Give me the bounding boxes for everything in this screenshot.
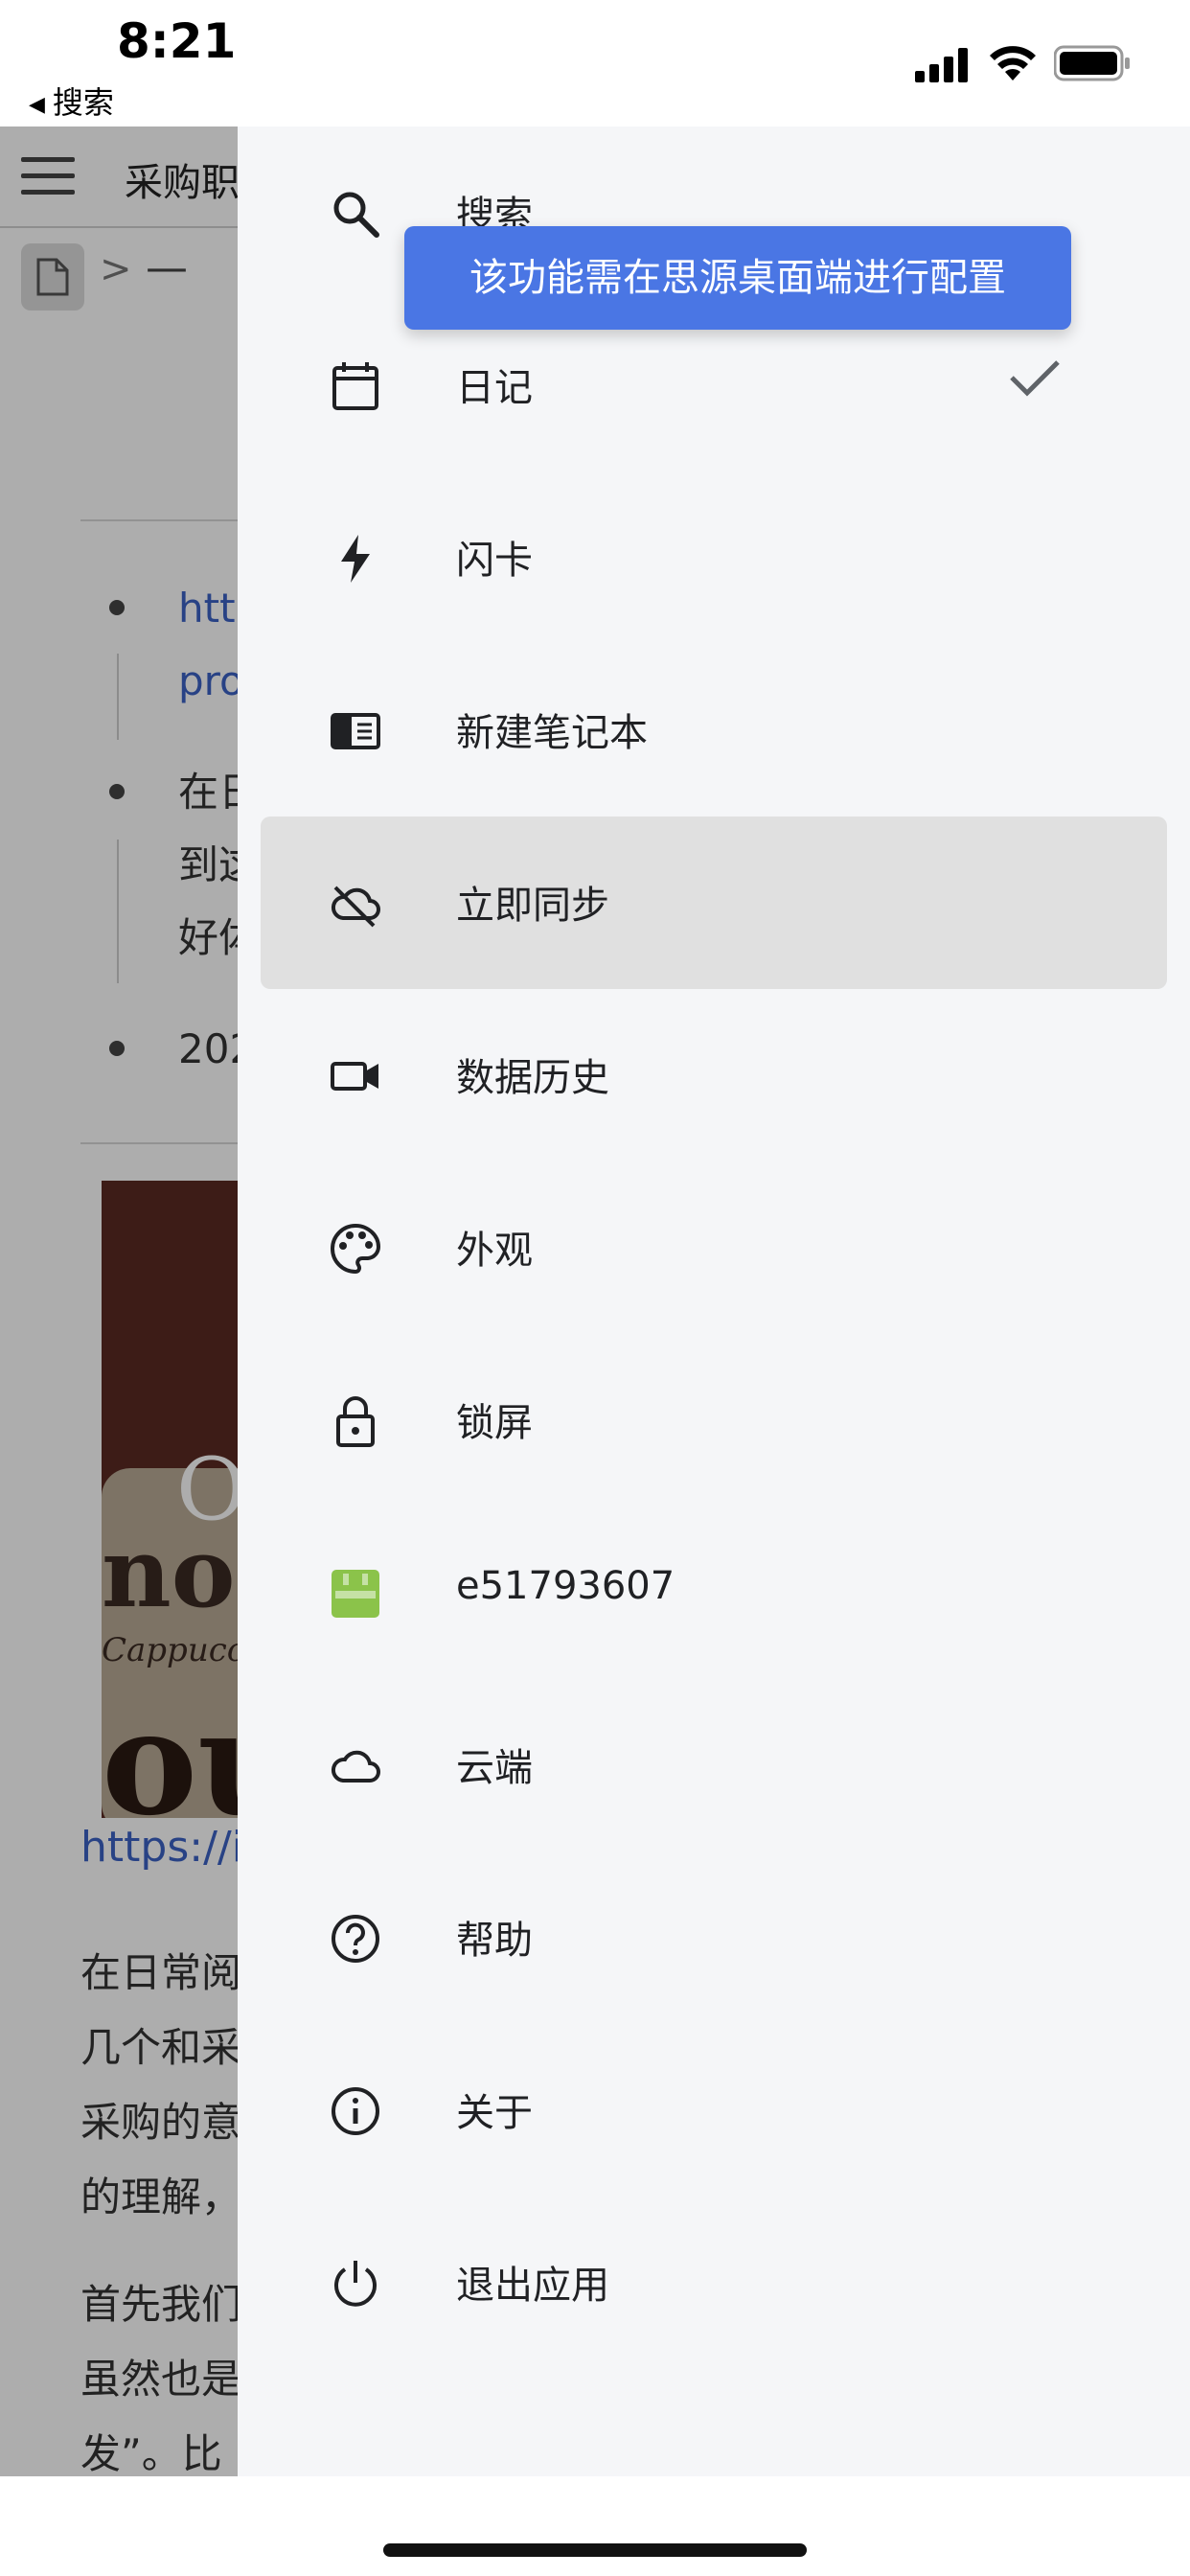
- menu-item-label: 云端: [456, 1746, 533, 1790]
- menu-item-cloud[interactable]: 云端: [238, 1679, 1190, 1852]
- signal-icon: [915, 48, 968, 82]
- menu-item-label: 新建笔记本: [456, 711, 648, 755]
- calendar-icon: [332, 362, 378, 410]
- triangle-left-icon: ◀: [29, 92, 45, 117]
- menu-item-help[interactable]: 帮助: [238, 1852, 1190, 2024]
- menu-item-label: 数据历史: [456, 1056, 609, 1100]
- back-to-app-button[interactable]: ◀ 搜索: [29, 79, 114, 123]
- menu-item-lock-screen[interactable]: 锁屏: [238, 1334, 1190, 1506]
- menu-item-sync-now[interactable]: 立即同步: [238, 816, 1190, 989]
- menu-item-label: 外观: [456, 1229, 533, 1273]
- cloud-icon: [331, 1750, 380, 1782]
- home-indicator[interactable]: [383, 2543, 807, 2557]
- checkmark-icon: [1010, 360, 1060, 397]
- menu-item-label: 日记: [456, 366, 533, 410]
- menu-item-about[interactable]: 关于: [238, 2024, 1190, 2196]
- video-camera-icon: [331, 1062, 378, 1091]
- bottom-safe-area: [0, 2476, 1190, 2576]
- menu-item-label: e51793607: [456, 1564, 675, 1608]
- menu-item-label: 退出应用: [456, 2264, 609, 2308]
- config-tooltip: 该功能需在思源桌面端进行配置: [404, 226, 1071, 330]
- menu-item-label: 闪卡: [456, 539, 533, 583]
- active-highlight: [261, 816, 1167, 989]
- battery-icon: [1054, 45, 1130, 81]
- menu-item-flashcard[interactable]: 闪卡: [238, 472, 1190, 644]
- menu-item-label: 立即同步: [456, 884, 609, 928]
- menu-item-account[interactable]: e51793607: [238, 1506, 1190, 1679]
- lock-icon: [336, 1396, 375, 1447]
- avatar-icon: [332, 1570, 379, 1618]
- cloud-off-icon: [331, 886, 380, 928]
- menu-item-label: 锁屏: [456, 1401, 533, 1445]
- wifi-icon: [990, 46, 1036, 80]
- info-icon: [332, 2087, 379, 2135]
- menu-item-label: 帮助: [456, 1919, 533, 1963]
- lightning-icon: [341, 535, 370, 583]
- menu-item-data-history[interactable]: 数据历史: [238, 989, 1190, 1162]
- side-menu: 搜索 日记 闪卡 新建笔记本 立即同步 数据历史 外观 锁屏 e51793607…: [238, 126, 1190, 2476]
- status-bar: 8:21 ◀ 搜索: [0, 0, 1190, 126]
- help-circle-icon: [332, 1915, 379, 1963]
- back-label: 搜索: [52, 84, 114, 121]
- power-icon: [334, 2261, 377, 2307]
- notebook-icon: [331, 713, 380, 749]
- menu-item-quit-app[interactable]: 退出应用: [238, 2196, 1190, 2369]
- menu-item-new-notebook[interactable]: 新建笔记本: [238, 644, 1190, 816]
- menu-item-appearance[interactable]: 外观: [238, 1162, 1190, 1334]
- clock: 8:21: [117, 13, 237, 69]
- palette-icon: [331, 1223, 381, 1275]
- menu-item-label: 关于: [456, 2091, 533, 2135]
- search-icon: [333, 192, 379, 238]
